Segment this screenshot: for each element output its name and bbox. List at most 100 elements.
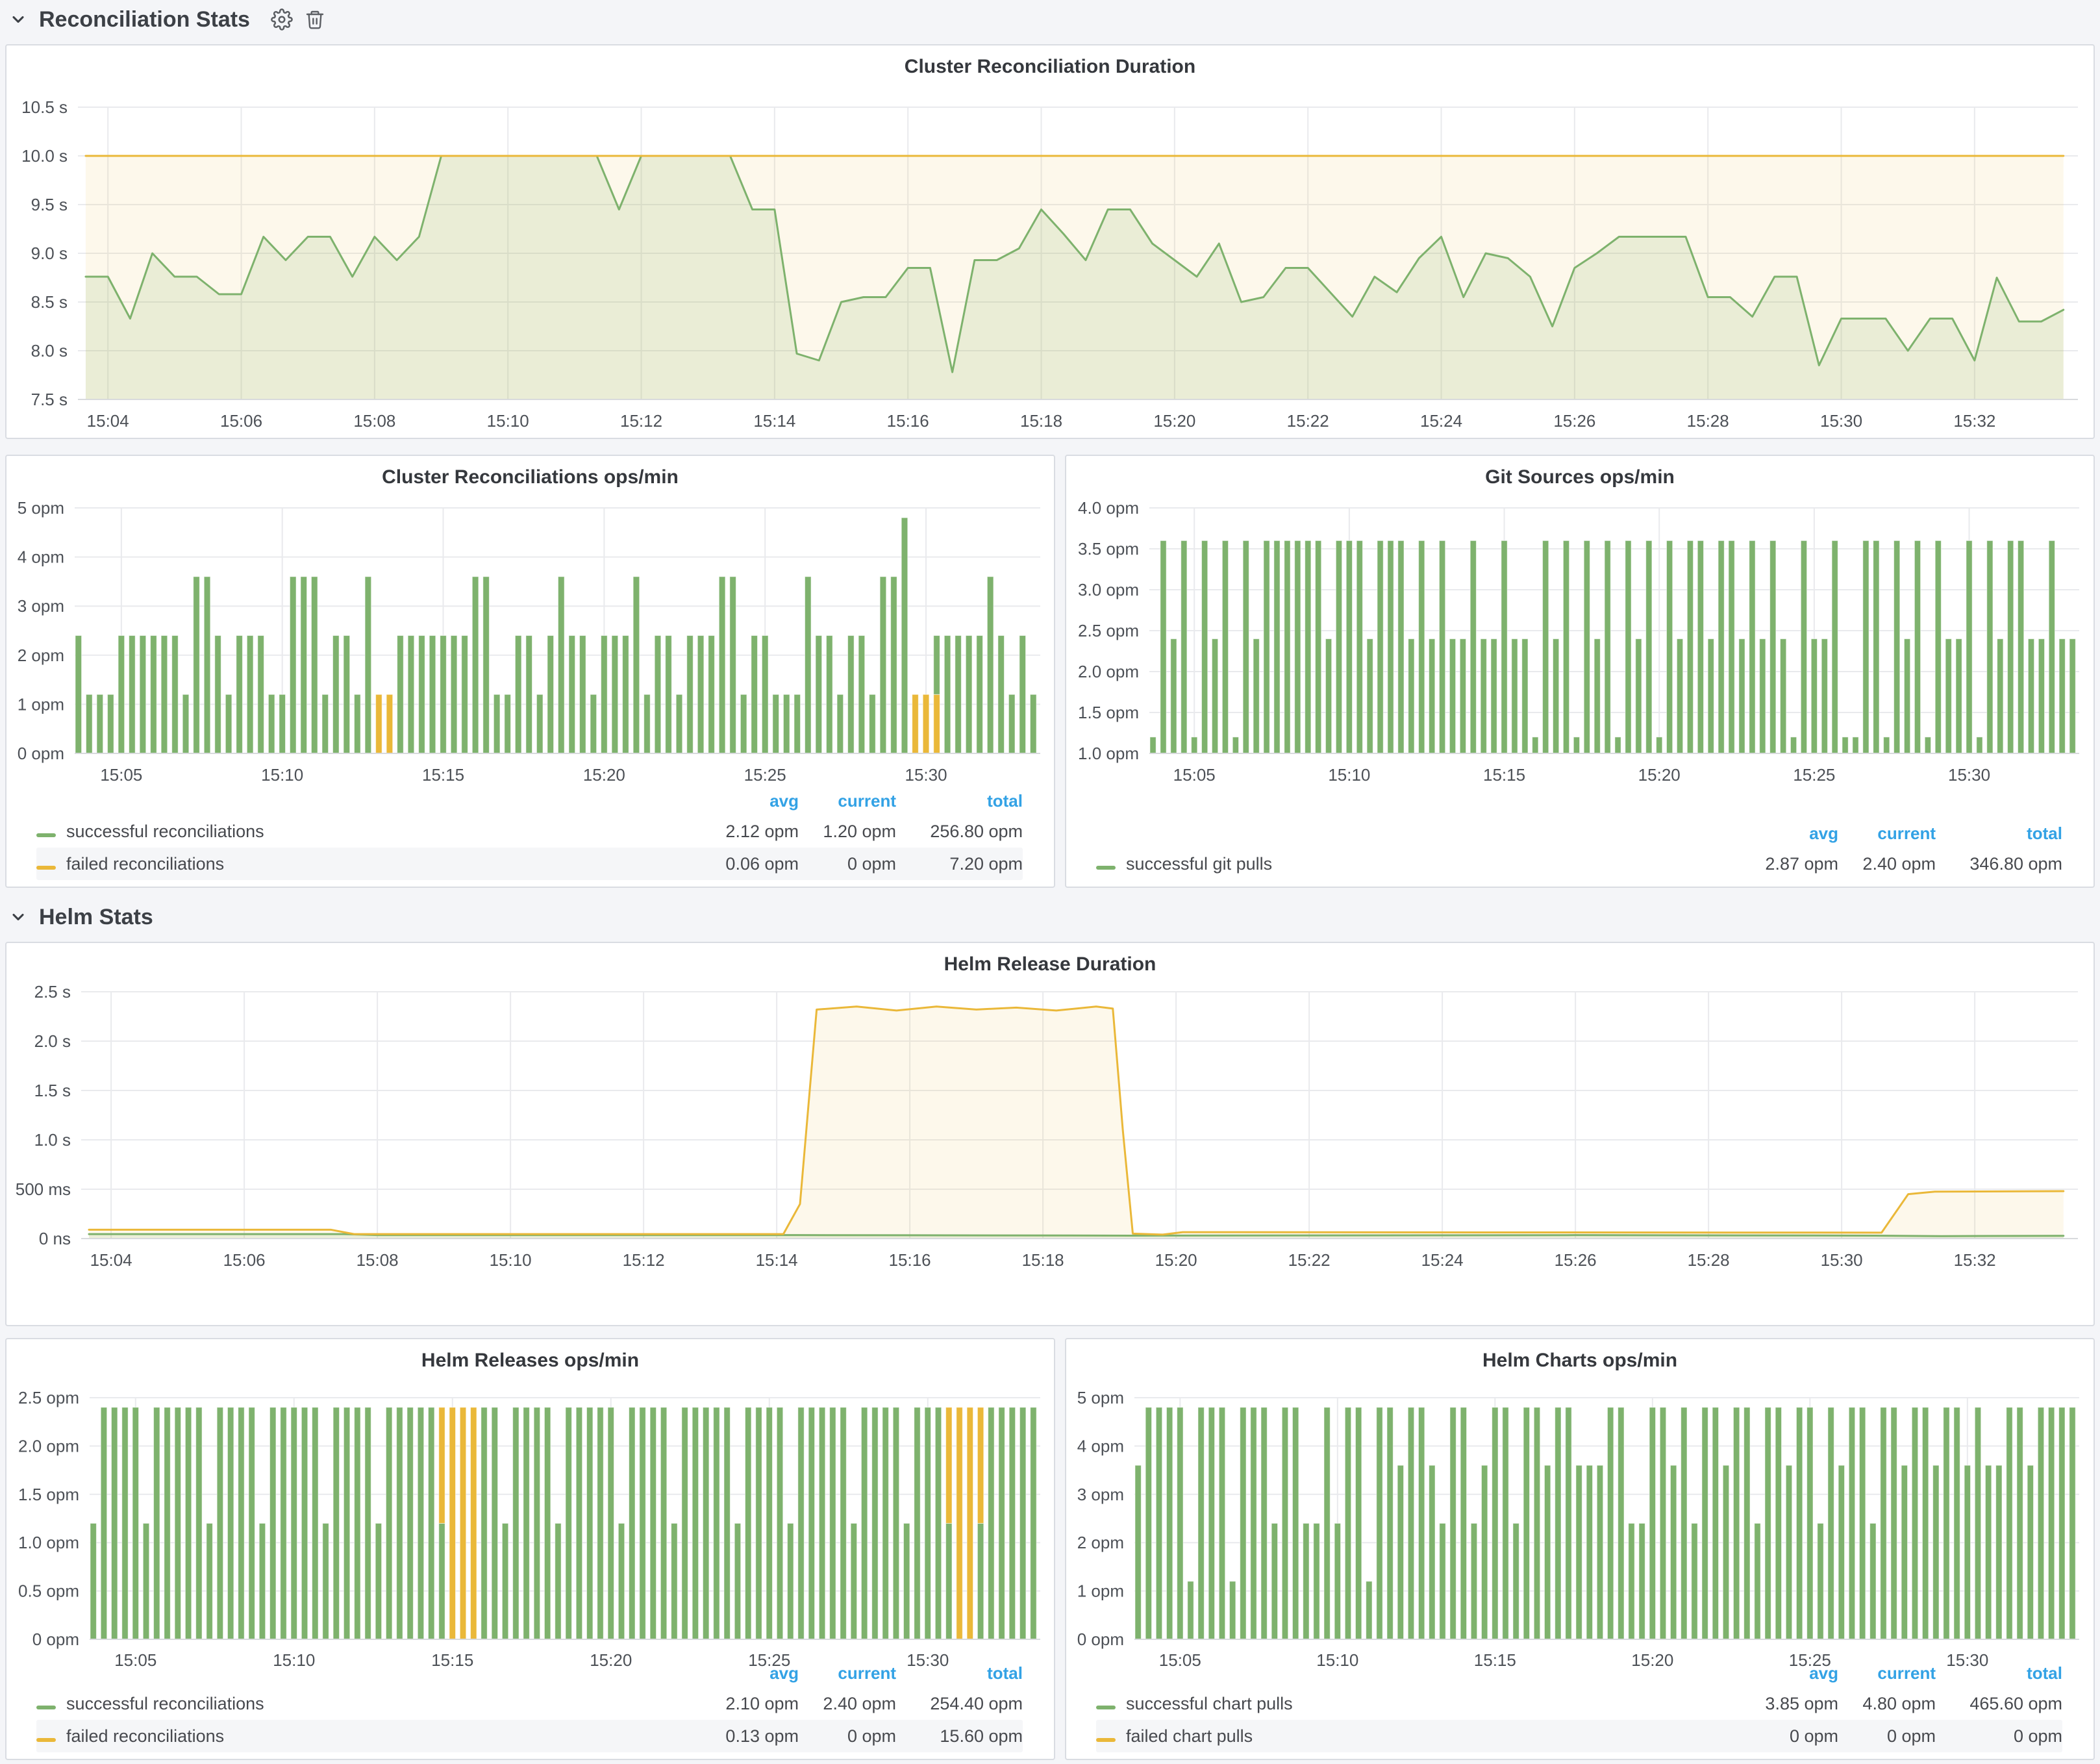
legend-total: 7.20 opm (896, 854, 1023, 874)
svg-text:1.0 opm: 1.0 opm (1078, 744, 1139, 763)
legend-total: 465.60 opm (1936, 1694, 2062, 1714)
chevron-down-icon[interactable] (9, 10, 27, 29)
svg-text:3.0 opm: 3.0 opm (1078, 580, 1139, 599)
svg-text:15:25: 15:25 (1793, 765, 1835, 785)
legend-label[interactable]: successful reconciliations (65, 1694, 682, 1714)
legend-label[interactable]: successful chart pulls (1125, 1694, 1721, 1714)
svg-text:5 opm: 5 opm (1077, 1388, 1124, 1407)
legend-label[interactable]: failed chart pulls (1125, 1726, 1721, 1746)
legend: avg current total successful reconciliat… (36, 1659, 1023, 1752)
svg-text:15:10: 15:10 (1328, 765, 1370, 785)
legend-label[interactable]: failed reconciliations (65, 1726, 682, 1746)
series-dash-icon (1096, 1738, 1116, 1742)
legend-total: 346.80 opm (1936, 854, 2062, 874)
svg-text:0.5 opm: 0.5 opm (18, 1581, 79, 1601)
svg-text:2 opm: 2 opm (1077, 1533, 1124, 1552)
legend-header-total[interactable]: total (896, 791, 1023, 811)
legend-total: 0 opm (1936, 1726, 2062, 1746)
legend-label[interactable]: successful reconciliations (65, 822, 682, 842)
svg-text:15:08: 15:08 (356, 1250, 399, 1270)
gear-icon[interactable] (271, 8, 293, 31)
svg-text:10.5 s: 10.5 s (21, 97, 68, 117)
svg-text:0 opm: 0 opm (18, 744, 64, 763)
section-title[interactable]: Helm Stats (39, 905, 153, 930)
svg-text:1 opm: 1 opm (1077, 1581, 1124, 1601)
svg-text:15:14: 15:14 (753, 411, 795, 431)
panel-helm-releases-ops: Helm Releases ops/min 0 opm0.5 opm1.0 op… (5, 1338, 1055, 1760)
legend-header-current[interactable]: current (1838, 1663, 1936, 1683)
svg-text:8.5 s: 8.5 s (31, 292, 68, 312)
svg-text:7.5 s: 7.5 s (31, 390, 68, 409)
svg-text:15:30: 15:30 (1821, 1250, 1863, 1270)
svg-text:3 opm: 3 opm (1077, 1485, 1124, 1504)
svg-text:15:15: 15:15 (1483, 765, 1525, 785)
svg-text:15:30: 15:30 (1948, 765, 1990, 785)
svg-text:15:22: 15:22 (1288, 1250, 1331, 1270)
svg-text:15:10: 15:10 (261, 765, 303, 785)
svg-text:2.0 opm: 2.0 opm (18, 1436, 79, 1455)
svg-text:15:10: 15:10 (490, 1250, 532, 1270)
svg-text:15:30: 15:30 (905, 765, 947, 785)
legend-header-total[interactable]: total (896, 1663, 1023, 1683)
chart-canvas-cluster-reconciliation-duration[interactable]: 7.5 s8.0 s8.5 s9.0 s9.5 s10.0 s10.5 s15:… (6, 45, 2094, 438)
svg-text:15:28: 15:28 (1687, 411, 1729, 431)
legend-header-avg[interactable]: avg (1721, 1663, 1838, 1683)
svg-text:15:30: 15:30 (1820, 411, 1862, 431)
legend-label[interactable]: successful git pulls (1125, 854, 1721, 874)
legend-current: 4.80 opm (1838, 1694, 1936, 1714)
svg-text:15:06: 15:06 (223, 1250, 266, 1270)
legend-total: 256.80 opm (896, 822, 1023, 842)
panel-helm-charts-ops: Helm Charts ops/min 0 opm1 opm2 opm3 opm… (1065, 1338, 2095, 1760)
chevron-down-icon[interactable] (9, 908, 27, 926)
legend-header-avg[interactable]: avg (682, 1663, 799, 1683)
svg-text:15:12: 15:12 (623, 1250, 665, 1270)
svg-text:15:12: 15:12 (620, 411, 662, 431)
svg-text:15:04: 15:04 (87, 411, 129, 431)
trash-icon[interactable] (305, 9, 325, 30)
legend-row-failed-reconciliations: failed reconciliations 0.13 opm 0 opm 15… (36, 1720, 1023, 1752)
svg-text:1.0 opm: 1.0 opm (18, 1533, 79, 1552)
svg-text:15:16: 15:16 (889, 1250, 931, 1270)
series-dash-icon (1096, 1706, 1116, 1709)
series-dash-icon (36, 833, 56, 837)
svg-text:15:26: 15:26 (1553, 411, 1595, 431)
legend: avg current total successful chart pulls… (1096, 1659, 2062, 1752)
svg-text:15:24: 15:24 (1421, 1250, 1464, 1270)
legend-header-current[interactable]: current (799, 1663, 896, 1683)
svg-text:15:26: 15:26 (1555, 1250, 1597, 1270)
svg-text:15:20: 15:20 (1638, 765, 1681, 785)
svg-text:15:08: 15:08 (353, 411, 395, 431)
svg-text:0 ns: 0 ns (39, 1229, 71, 1248)
svg-text:500 ms: 500 ms (16, 1179, 71, 1199)
legend-avg: 2.10 opm (682, 1694, 799, 1714)
legend-header-avg[interactable]: avg (682, 791, 799, 811)
svg-text:0 opm: 0 opm (32, 1630, 79, 1649)
legend: avg current total successful reconciliat… (36, 787, 1023, 880)
legend-avg: 2.87 opm (1721, 854, 1838, 874)
legend-header-total[interactable]: total (1936, 1663, 2062, 1683)
section-reconciliation-stats: Reconciliation Stats (9, 4, 325, 35)
legend: avg current total successful git pulls 2… (1096, 819, 2062, 880)
legend-total: 15.60 opm (896, 1726, 1023, 1746)
legend-header-avg[interactable]: avg (1721, 824, 1838, 844)
svg-text:1.5 s: 1.5 s (34, 1081, 71, 1100)
legend-avg: 0 opm (1721, 1726, 1838, 1746)
svg-text:15:04: 15:04 (90, 1250, 132, 1270)
legend-header-current[interactable]: current (1838, 824, 1936, 844)
legend-row-successful-reconciliations: successful reconciliations 2.12 opm 1.20… (36, 815, 1023, 848)
svg-text:4 opm: 4 opm (1077, 1436, 1124, 1455)
svg-text:9.5 s: 9.5 s (31, 195, 68, 214)
chart-canvas-helm-release-duration[interactable]: 0 ns500 ms1.0 s1.5 s2.0 s2.5 s15:0415:06… (6, 943, 2094, 1325)
section-helm-stats: Helm Stats (9, 901, 153, 933)
series-dash-icon (36, 866, 56, 870)
legend-header-total[interactable]: total (1936, 824, 2062, 844)
svg-text:15:20: 15:20 (1155, 1250, 1197, 1270)
legend-header-current[interactable]: current (799, 791, 896, 811)
section-title[interactable]: Reconciliation Stats (39, 7, 250, 32)
legend-current: 1.20 opm (799, 822, 896, 842)
svg-text:15:20: 15:20 (1153, 411, 1195, 431)
svg-text:0 opm: 0 opm (1077, 1630, 1124, 1649)
svg-text:15:28: 15:28 (1688, 1250, 1730, 1270)
legend-label[interactable]: failed reconciliations (65, 854, 682, 874)
svg-text:15:32: 15:32 (1953, 411, 1995, 431)
